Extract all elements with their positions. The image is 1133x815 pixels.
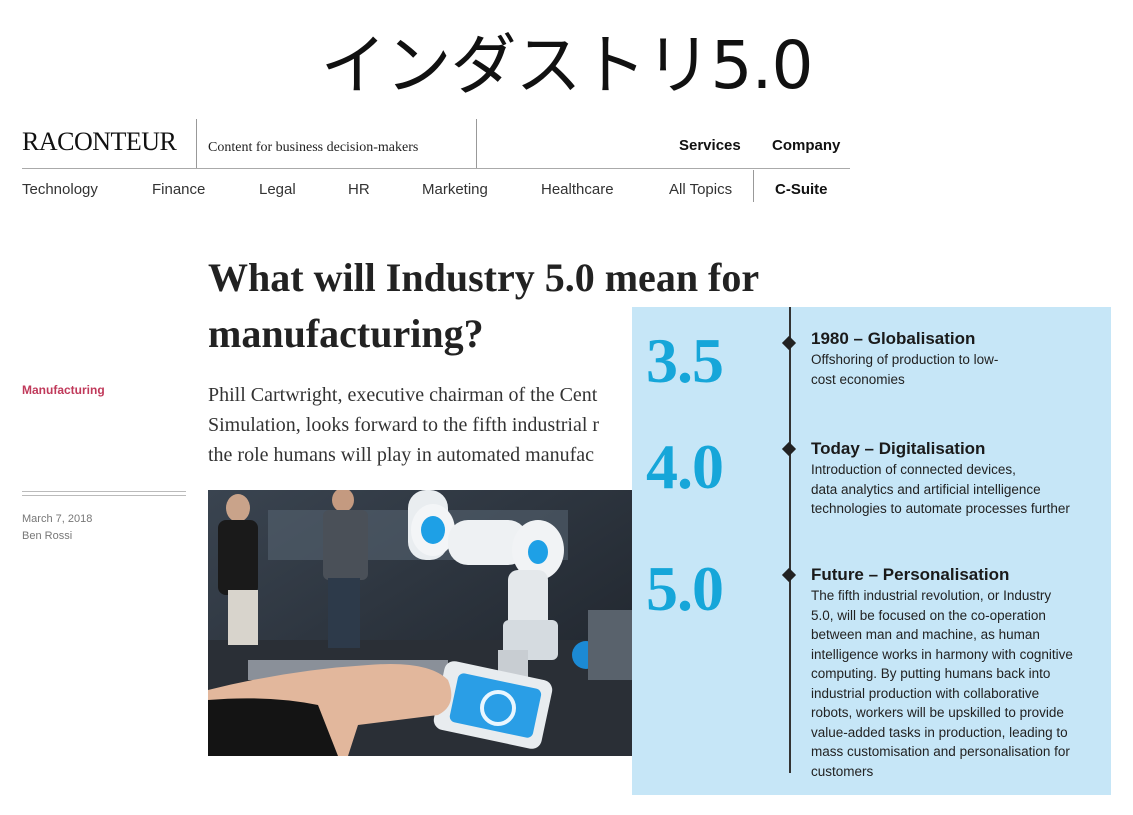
services-link[interactable]: Services: [679, 137, 741, 154]
era-number: 4.0: [646, 431, 724, 502]
industry-timeline-panel: 3.5 1980 – Globalisation Offshoring of p…: [632, 307, 1111, 795]
standfirst-line: Phill Cartwright, executive chairman of …: [208, 384, 598, 406]
company-link[interactable]: Company: [772, 137, 840, 154]
description-line: data analytics and artificial intelligen…: [811, 481, 1041, 497]
description-line: Offshoring of production to low-: [811, 352, 999, 367]
timeline-marker: [781, 567, 797, 583]
description-line: robots, workers will be upskilled to pro…: [811, 705, 1064, 720]
timeline-marker: [781, 441, 797, 457]
event-description: The fifth industrial revolution, or Indu…: [811, 586, 1073, 781]
era-number: 5.0: [646, 553, 724, 624]
nav-item-c-suite[interactable]: C-Suite: [775, 181, 828, 198]
description-line: between man and machine, as human: [811, 627, 1040, 642]
nav-item-marketing[interactable]: Marketing: [422, 181, 488, 198]
headline-line: manufacturing?: [208, 311, 484, 356]
nav-item-technology[interactable]: Technology: [22, 181, 98, 198]
header-divider: [196, 119, 197, 169]
meta-rule: [22, 495, 186, 496]
description-line: value-added tasks in production, leading…: [811, 724, 1068, 740]
description-line: Introduction of connected devices,: [811, 462, 1016, 477]
event-description: Offshoring of production to low- cost ec…: [811, 350, 998, 389]
headline-line: What will Industry 5.0 mean for: [208, 255, 760, 300]
nav-item-all-topics[interactable]: All Topics: [669, 181, 732, 198]
timeline-line: [789, 307, 791, 773]
nav-divider: [753, 170, 754, 202]
raconteur-logo[interactable]: RACONTEUR: [22, 127, 177, 157]
header-divider: [476, 119, 477, 169]
meta-rule: [22, 491, 186, 492]
description-line: computing. By putting humans back into: [811, 666, 1051, 681]
description-line: intelligence works in harmony with cogni…: [811, 646, 1073, 662]
header-rule: [22, 168, 850, 169]
slide-title: インダストリ5.0: [320, 27, 814, 104]
article-photo: [208, 490, 634, 756]
publish-date: March 7, 2018: [22, 513, 93, 525]
description-line: The fifth industrial revolution, or Indu…: [811, 588, 1052, 603]
article-standfirst: Phill Cartwright, executive chairman of …: [208, 380, 638, 470]
timeline-marker: [781, 335, 797, 351]
event-title: Today – Digitalisation: [811, 439, 986, 458]
description-line: mass customisation and personalisation f…: [811, 744, 1070, 759]
description-line: technologies to automate processes furth…: [811, 501, 1070, 516]
standfirst-line: Simulation, looks forward to the fifth i…: [208, 414, 600, 436]
description-line: 5.0, will be focused on the co-operation: [811, 607, 1046, 623]
nav-item-legal[interactable]: Legal: [259, 181, 296, 198]
description-line: cost economies: [811, 371, 905, 387]
description-line: customers: [811, 763, 874, 779]
nav-item-healthcare[interactable]: Healthcare: [541, 181, 614, 198]
event-title: Future – Personalisation: [811, 565, 1010, 584]
category-tag[interactable]: Manufacturing: [22, 383, 105, 397]
site-tagline: Content for business decision-makers: [208, 140, 419, 155]
standfirst-line: the role humans will play in automated m…: [208, 444, 594, 466]
description-line: industrial production with collaborative: [811, 685, 1040, 701]
author-name[interactable]: Ben Rossi: [22, 530, 72, 542]
event-title: 1980 – Globalisation: [811, 329, 976, 348]
nav-item-hr[interactable]: HR: [348, 181, 370, 198]
robot-arm-photo-illustration: [208, 490, 634, 756]
event-description: Introduction of connected devices, data …: [811, 460, 1070, 519]
era-number: 3.5: [646, 325, 724, 396]
nav-item-finance[interactable]: Finance: [152, 181, 205, 198]
